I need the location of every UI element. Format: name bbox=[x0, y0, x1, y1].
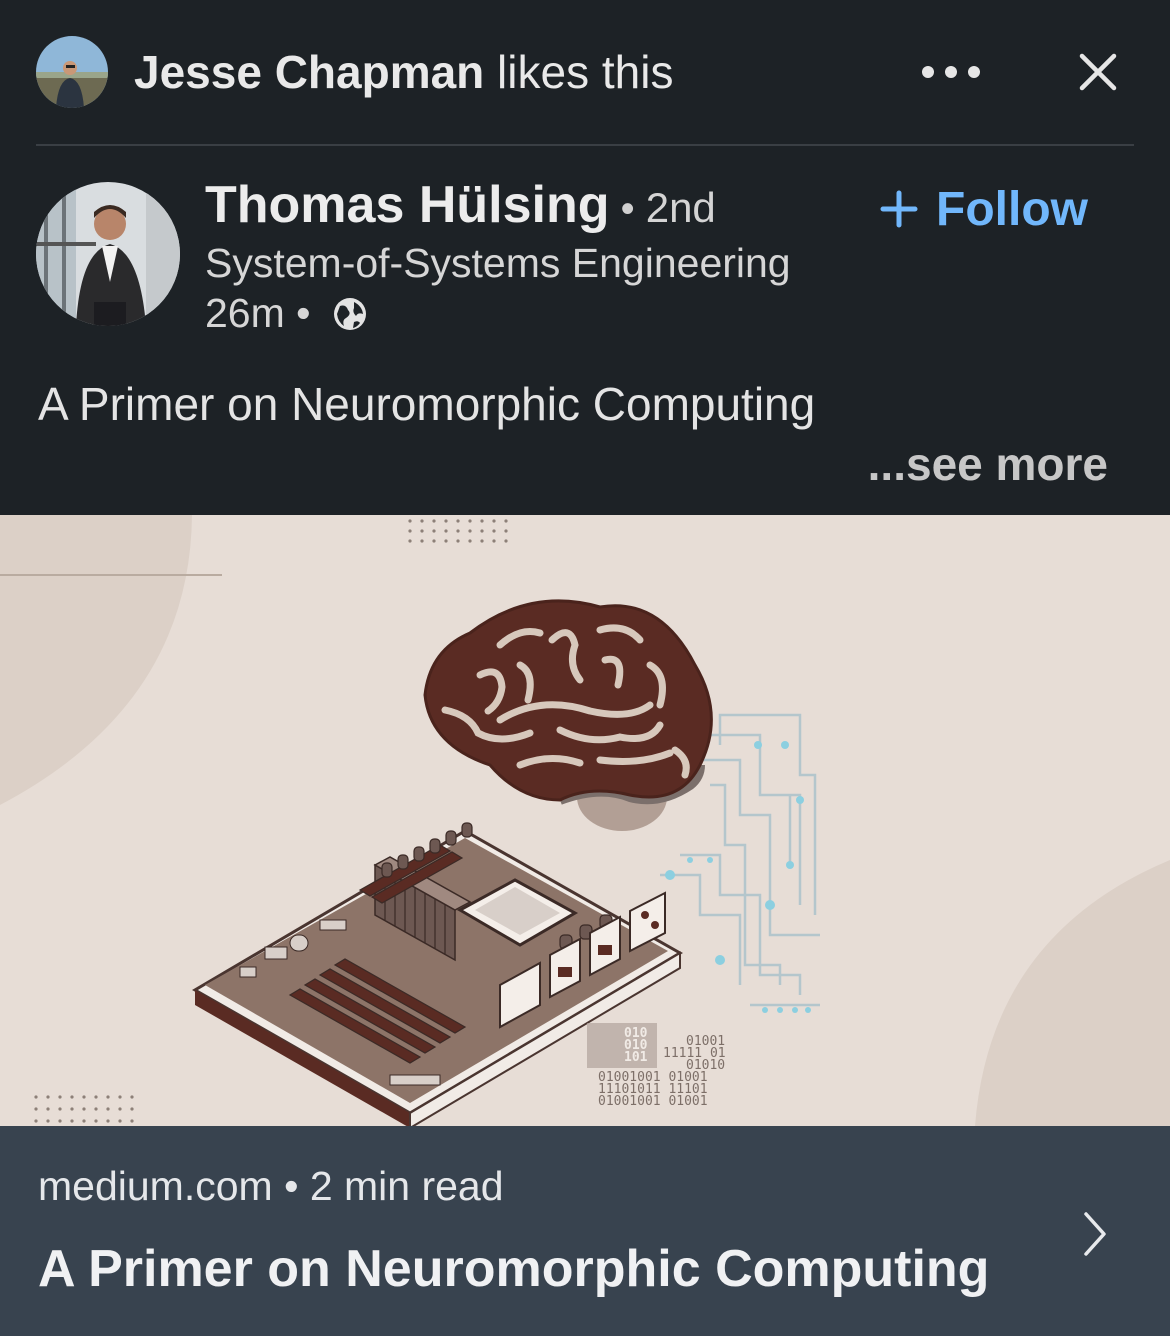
post-header-area: Jesse Chapman likes this Thomas Hülsing … bbox=[0, 0, 1170, 515]
author-avatar[interactable] bbox=[36, 182, 180, 326]
social-context-text: Jesse Chapman likes this bbox=[134, 44, 673, 100]
link-source: medium.com bbox=[38, 1163, 273, 1209]
globe-icon bbox=[332, 293, 368, 330]
social-context-row: Jesse Chapman likes this bbox=[0, 0, 1170, 145]
follow-label: Follow bbox=[936, 182, 1088, 236]
see-more-link[interactable]: ...see more bbox=[868, 436, 1108, 492]
author-line: Thomas Hülsing • 2nd bbox=[205, 174, 716, 236]
meta-separator: • bbox=[284, 290, 322, 336]
connection-degree: 2nd bbox=[645, 184, 716, 231]
liker-name[interactable]: Jesse Chapman bbox=[134, 46, 484, 98]
follow-button[interactable]: Follow bbox=[880, 180, 1088, 238]
chip-bits-line-3: 101 bbox=[624, 1050, 648, 1065]
link-preview-footer[interactable] bbox=[0, 1126, 1170, 1336]
author-name[interactable]: Thomas Hülsing bbox=[205, 176, 609, 234]
link-meta: medium.com • 2 min read bbox=[38, 1160, 504, 1212]
article-illustration: 010 010 101 01001 11111 01 01010 0100100… bbox=[0, 515, 1170, 1126]
plus-icon bbox=[880, 190, 918, 228]
post-time: 26m bbox=[205, 290, 285, 336]
post-meta: 26m • bbox=[205, 288, 368, 338]
degree-separator: • bbox=[609, 187, 646, 231]
link-read-time: 2 min read bbox=[309, 1163, 504, 1209]
divider bbox=[36, 144, 1134, 146]
author-headline: System-of-Systems Engineering bbox=[205, 240, 791, 286]
post-text: A Primer on Neuromorphic Computing bbox=[38, 378, 816, 430]
close-icon[interactable] bbox=[1074, 48, 1122, 96]
binary-row: 01001001 01001 bbox=[598, 1094, 708, 1109]
chevron-right-icon[interactable] bbox=[1080, 1210, 1110, 1258]
ellipsis-icon[interactable] bbox=[918, 60, 986, 84]
link-meta-separator: • bbox=[272, 1163, 310, 1209]
liker-avatar[interactable] bbox=[36, 36, 108, 108]
like-action-text: likes this bbox=[484, 46, 674, 98]
link-title[interactable]: A Primer on Neuromorphic Computing bbox=[38, 1236, 989, 1302]
article-image[interactable]: 010 010 101 01001 11111 01 01010 0100100… bbox=[0, 515, 1170, 1126]
